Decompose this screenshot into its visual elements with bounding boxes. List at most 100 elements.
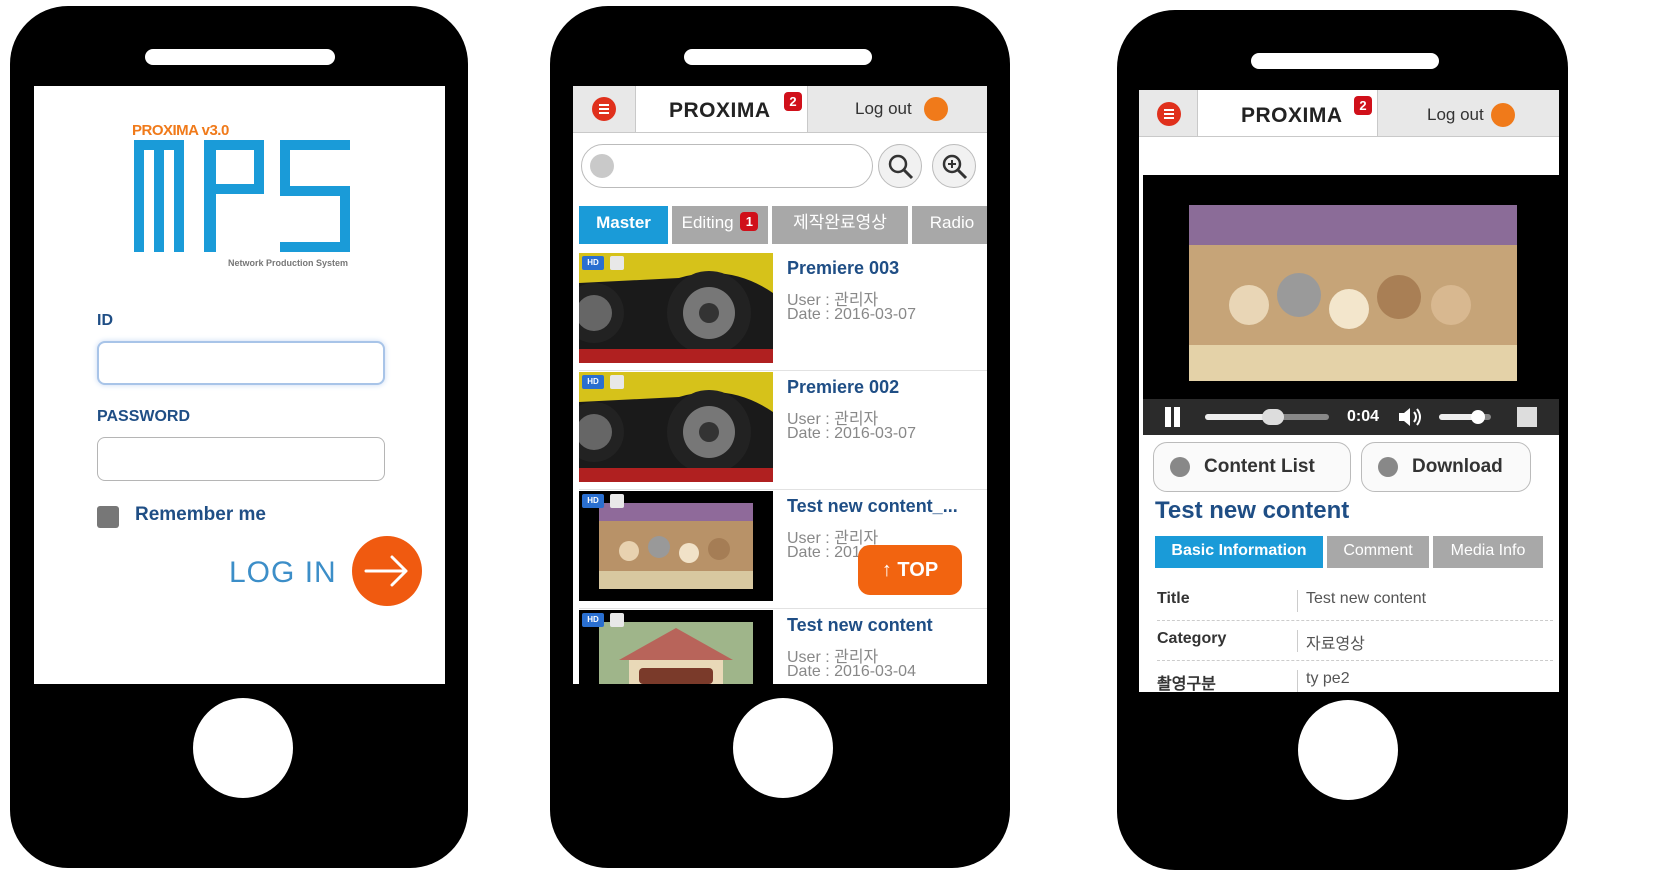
menu-button[interactable] xyxy=(573,86,636,132)
list-item[interactable]: HD Premiere 003 User : 관리자 Date : 2016-0… xyxy=(579,250,987,371)
tab-radio[interactable]: Radio xyxy=(912,206,987,244)
wheel-thumbnail-image xyxy=(579,372,773,482)
app-header: PROXIMA 2 Log out xyxy=(573,86,987,133)
nps-logo: PROXIMA v3.0 Network Production System xyxy=(132,122,354,272)
time-display: 0:04 xyxy=(1347,408,1380,425)
logout-button[interactable]: Log out xyxy=(807,86,987,132)
calendar-icon xyxy=(610,613,624,627)
list-item[interactable]: HD Premiere 002 User : 관리자 Date : 2016-0… xyxy=(579,369,987,490)
video-frame-image xyxy=(1189,205,1517,381)
content-list-button[interactable]: Content List xyxy=(1153,442,1351,492)
tab-label: 제작완료영상 xyxy=(793,213,887,232)
download-icon xyxy=(1378,457,1398,477)
search-button[interactable] xyxy=(878,144,922,188)
notification-badge[interactable]: 2 xyxy=(1354,96,1372,115)
list-item[interactable]: HD Test new content User : 관리자 Date : 20… xyxy=(579,607,987,684)
home-button[interactable] xyxy=(193,698,293,798)
menu-button[interactable] xyxy=(1139,90,1198,136)
tab-master[interactable]: Master xyxy=(579,206,668,244)
item-title[interactable]: Premiere 003 xyxy=(787,258,899,279)
calendar-icon xyxy=(610,494,624,508)
tab-completed[interactable]: 제작완료영상 xyxy=(772,206,908,244)
item-date: Date : 2016-03-07 xyxy=(787,306,916,323)
video-thumbnail[interactable]: HD xyxy=(579,253,773,363)
field-value: 자료영상 xyxy=(1297,630,1365,653)
home-button[interactable] xyxy=(1298,700,1398,800)
info-row-category: Category 자료영상 xyxy=(1157,620,1553,661)
video-thumbnail[interactable]: HD xyxy=(579,491,773,601)
phone-login: PROXIMA v3.0 Network Production System I… xyxy=(10,6,468,868)
video-thumbnail[interactable]: HD xyxy=(579,372,773,482)
tab-label: Editing xyxy=(681,213,734,232)
logout-label: Log out xyxy=(855,99,912,118)
field-value: Test new content xyxy=(1297,590,1426,612)
logout-label: Log out xyxy=(1427,105,1484,124)
field-value: ty pe2 xyxy=(1297,670,1350,692)
hd-badge: HD xyxy=(582,494,604,508)
login-label[interactable]: LOG IN xyxy=(229,556,337,590)
id-field[interactable] xyxy=(97,341,385,385)
search-icon xyxy=(590,154,614,178)
logo-subtitle: Network Production System xyxy=(227,258,348,268)
phone-speaker xyxy=(1251,53,1439,69)
advanced-search-button[interactable] xyxy=(932,144,976,188)
logout-button[interactable]: Log out xyxy=(1377,90,1559,136)
item-date: Date : 2016-03-04 xyxy=(787,663,916,680)
list-screen: PROXIMA 2 Log out Master Editing 1 제작완료영… xyxy=(573,86,987,684)
download-label: Download xyxy=(1412,456,1503,477)
volume-handle[interactable] xyxy=(1471,410,1485,424)
phone-speaker xyxy=(684,49,872,65)
field-label: 촬영구분 xyxy=(1157,676,1216,692)
pause-button[interactable] xyxy=(1165,407,1171,427)
login-button[interactable] xyxy=(352,536,422,606)
login-screen: PROXIMA v3.0 Network Production System I… xyxy=(34,86,445,684)
detail-screen: PROXIMA 2 Log out 0:04 Content List Down… xyxy=(1139,90,1559,692)
tab-basic-information[interactable]: Basic Information xyxy=(1155,536,1323,568)
seek-bar[interactable] xyxy=(1205,409,1329,425)
list-icon xyxy=(1170,457,1190,477)
wheel-thumbnail-image xyxy=(579,253,773,363)
item-title[interactable]: Test new content xyxy=(787,615,933,636)
tab-label: Master xyxy=(596,213,651,232)
seek-handle[interactable] xyxy=(1262,409,1285,425)
content-list-label: Content List xyxy=(1204,456,1315,477)
search-box[interactable] xyxy=(581,144,873,188)
house-thumbnail-image xyxy=(579,610,773,684)
password-field[interactable] xyxy=(97,437,385,481)
tab-editing[interactable]: Editing 1 xyxy=(672,206,768,244)
nps-logo-mark xyxy=(134,140,350,252)
home-button[interactable] xyxy=(733,698,833,798)
phone-detail: PROXIMA 2 Log out 0:04 Content List Down… xyxy=(1117,10,1568,870)
remember-checkbox[interactable] xyxy=(97,506,119,528)
hd-badge: HD xyxy=(582,256,604,270)
remember-label[interactable]: Remember me xyxy=(135,504,266,526)
logo-version: PROXIMA v3.0 xyxy=(132,122,229,139)
arrow-right-icon xyxy=(364,555,408,587)
download-button[interactable]: Download xyxy=(1361,442,1531,492)
logout-arrow-icon xyxy=(924,97,948,121)
tab-comment[interactable]: Comment xyxy=(1327,536,1429,568)
editing-badge: 1 xyxy=(740,212,759,231)
field-label: Title xyxy=(1157,590,1190,607)
info-row-shoot-type: 촬영구분 ty pe2 xyxy=(1157,660,1553,692)
notification-badge[interactable]: 2 xyxy=(784,92,802,111)
item-title[interactable]: Test new content_... xyxy=(787,496,958,517)
phone-speaker xyxy=(145,49,335,65)
id-label: ID xyxy=(97,312,113,329)
content-title: Test new content xyxy=(1155,497,1350,524)
calendar-icon xyxy=(610,375,624,389)
tab-media-info[interactable]: Media Info xyxy=(1433,536,1543,568)
password-label: PASSWORD xyxy=(97,408,191,425)
logout-arrow-icon xyxy=(1491,103,1515,127)
volume-icon[interactable] xyxy=(1397,406,1425,428)
video-player[interactable]: 0:04 xyxy=(1143,175,1559,435)
video-thumbnail[interactable]: HD xyxy=(579,610,773,684)
item-title[interactable]: Premiere 002 xyxy=(787,377,899,398)
zoom-in-icon xyxy=(942,154,968,180)
app-header: PROXIMA 2 Log out xyxy=(1139,90,1559,137)
volume-bar[interactable] xyxy=(1439,410,1491,424)
menu-icon xyxy=(1157,102,1181,126)
fullscreen-icon[interactable] xyxy=(1517,407,1537,427)
scroll-top-button[interactable]: ↑ TOP xyxy=(858,545,962,595)
party-thumbnail-image xyxy=(579,491,773,601)
